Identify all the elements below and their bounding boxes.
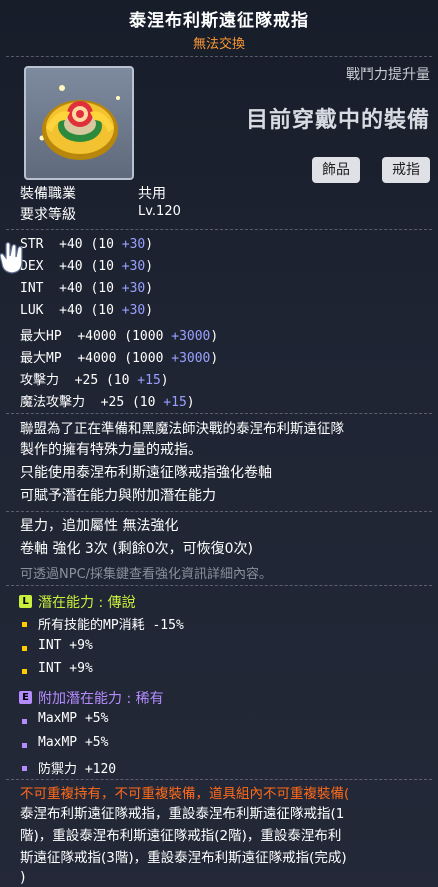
divider xyxy=(6,56,432,58)
bullet-icon xyxy=(22,669,27,674)
additional-potential-line: MaxMP +5% xyxy=(38,711,109,726)
set-item-line: 階)，重設泰涅布利斯遠征隊戒指(2階)，重設泰涅布利 xyxy=(20,828,342,844)
stat-luk: LUK +40 (10 +30) xyxy=(20,303,154,318)
req-level-value: Lv.120 xyxy=(138,204,181,219)
divider xyxy=(6,413,432,415)
item-tooltip: 泰涅布利斯遠征隊戒指 無法交換 戰鬥力提升量 目前穿戴中的裝備 飾品 戒指 裝備… xyxy=(0,0,438,887)
legendary-grade-icon: L xyxy=(19,595,32,608)
set-restriction-warning: 不可重複持有，不可重複裝備，道具組內不可重複裝備( xyxy=(20,786,350,802)
potential-line: INT +9% xyxy=(38,661,93,676)
divider xyxy=(6,229,432,231)
req-job-value: 共用 xyxy=(138,186,166,202)
item-icon-frame xyxy=(24,66,134,180)
power-increase-label: 戰鬥力提升量 xyxy=(346,67,430,83)
tag-ring: 戒指 xyxy=(382,157,430,183)
divider xyxy=(6,779,432,781)
bullet-icon xyxy=(22,646,27,651)
additional-potential-line: 防禦力 +120 xyxy=(38,762,117,777)
hand-cursor-icon xyxy=(0,241,23,274)
enhance-line: 星力，追加屬性 無法強化 xyxy=(20,518,179,534)
enhance-hint: 可透過NPC/採集鍵查看強化資訊詳細內容。 xyxy=(20,567,273,582)
bullet-icon xyxy=(22,719,27,724)
additional-potential-line: MaxMP +5% xyxy=(38,735,109,750)
req-job-label: 裝備職業 xyxy=(20,186,76,202)
potential-line: INT +9% xyxy=(38,638,93,653)
bullet-icon xyxy=(22,766,27,771)
description-line: 聯盟為了正在準備和黑魔法師決戰的泰涅布利斯遠征隊 xyxy=(20,421,344,437)
additional-potential-title: 附加潛在能力 : 稀有 xyxy=(38,691,164,707)
potential-title: 潛在能力 : 傳說 xyxy=(38,595,136,611)
tag-accessory: 飾品 xyxy=(312,157,360,183)
potential-line: 所有技能的MP消耗 -15% xyxy=(38,618,184,633)
stat-magic-attack: 魔法攻擊力 +25 (10 +15) xyxy=(20,395,195,410)
enhance-line: 卷軸 強化 3次 (剩餘0次，可恢復0次) xyxy=(20,541,253,557)
set-item-line: 泰涅布利斯遠征隊戒指，重設泰涅布利斯遠征隊戒指(1 xyxy=(20,806,345,822)
rare-grade-icon: E xyxy=(19,691,32,704)
ring-item-icon xyxy=(39,85,120,160)
stat-max-hp: 最大HP +4000 (1000 +3000) xyxy=(20,329,219,344)
divider xyxy=(6,511,432,513)
divider xyxy=(6,585,432,587)
req-level-label: 要求等級 xyxy=(20,207,76,223)
item-name: 泰涅布利斯遠征隊戒指 xyxy=(129,11,309,31)
stat-str: STR +40 (10 +30) xyxy=(20,237,154,252)
stat-max-mp: 最大MP +4000 (1000 +3000) xyxy=(20,351,219,366)
stat-int: INT +40 (10 +30) xyxy=(20,281,154,296)
set-item-line: ) xyxy=(20,870,26,886)
bullet-icon xyxy=(22,743,27,748)
bullet-icon xyxy=(22,622,27,627)
set-item-line: 斯遠征隊戒指(3階)，重設泰涅布利斯遠征隊戒指(完成) xyxy=(20,850,347,866)
description-line: 製作的擁有特殊力量的戒指。 xyxy=(20,442,202,458)
stat-dex: DEX +40 (10 +30) xyxy=(20,259,154,274)
stat-attack: 攻擊力 +25 (10 +15) xyxy=(20,373,169,388)
description-line: 只能使用泰涅布利斯遠征隊戒指強化卷軸 xyxy=(20,465,272,481)
currently-equipped-label: 目前穿戴中的裝備 xyxy=(245,108,430,133)
description-line: 可賦予潛在能力與附加潛在能力 xyxy=(20,488,216,504)
trade-status: 無法交換 xyxy=(192,37,245,52)
